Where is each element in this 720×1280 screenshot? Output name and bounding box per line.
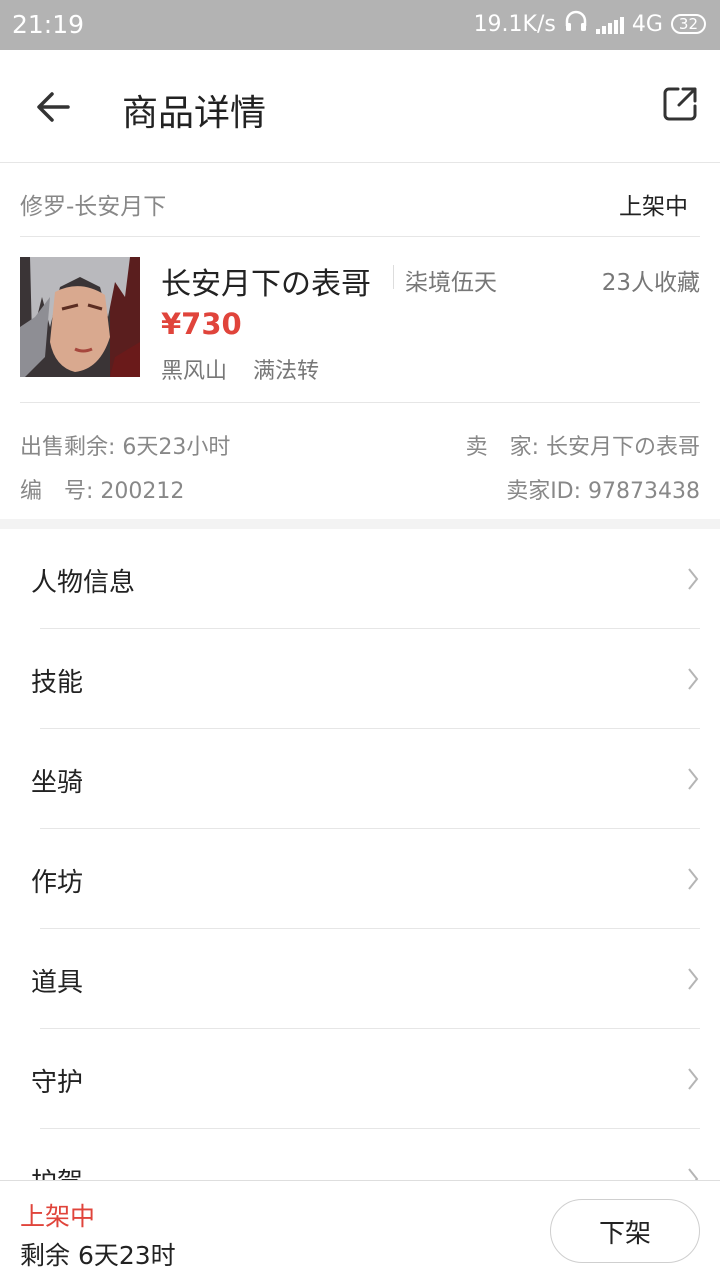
section-divider <box>0 519 720 529</box>
network-speed: 19.1K/s <box>473 11 556 37</box>
product-summary: 长安月下の表哥 柒境伍天 23人收藏 ¥730 黑风山 满法转 <box>20 237 700 403</box>
bottom-bar: 上架中 剩余 6天23时 下架 <box>0 1180 720 1280</box>
menu-item-items[interactable]: 道具 <box>0 929 720 1029</box>
app-header: 商品详情 <box>0 50 720 163</box>
share-button[interactable] <box>662 86 698 122</box>
status-time: 21:19 <box>12 10 85 39</box>
seller-id: 卖家ID: 97873438 <box>506 479 700 504</box>
status-right: 19.1K/s 4G 32 <box>474 10 706 38</box>
footer-status: 上架中 <box>20 1202 96 1231</box>
menu-item-workshop[interactable]: 作坊 <box>0 829 720 929</box>
menu-item-label: 护驾 <box>31 1162 83 1180</box>
chevron-right-icon <box>688 1168 699 1180</box>
tag-item: 黑风山 <box>161 359 228 384</box>
menu-item-label: 守护 <box>31 1068 84 1098</box>
chevron-right-icon <box>688 568 699 590</box>
favorite-count: 23人收藏 <box>601 270 700 296</box>
footer-remaining: 剩余 6天23时 <box>20 1241 176 1270</box>
chevron-right-icon <box>688 968 699 990</box>
menu-item-guardian[interactable]: 守护 <box>0 1029 720 1129</box>
headphones-icon <box>564 10 588 38</box>
battery-icon: 32 <box>670 14 706 34</box>
share-external-icon <box>663 87 697 121</box>
character-avatar <box>20 257 140 377</box>
server-name: 柒境伍天 <box>405 270 497 296</box>
character-name: 长安月下の表哥 <box>161 267 371 302</box>
menu-item-label: 人物信息 <box>31 568 136 598</box>
network-type: 4G <box>631 11 663 37</box>
signal-icon <box>595 14 624 34</box>
product-tags: 黑风山 满法转 <box>161 353 319 385</box>
seller-name: 卖 家: 长安月下の表哥 <box>465 435 700 460</box>
delist-button[interactable]: 下架 <box>550 1199 700 1263</box>
menu-item-skills[interactable]: 技能 <box>0 629 720 729</box>
page-title: 商品详情 <box>122 93 267 134</box>
detail-menu: 人物信息 技能 坐骑 作坊 道具 守护 护驾 <box>0 529 720 1180</box>
menu-item-label: 道具 <box>31 968 84 998</box>
menu-item-label: 作坊 <box>31 868 84 898</box>
chevron-right-icon <box>688 668 699 690</box>
chevron-right-icon <box>688 1068 699 1090</box>
menu-item-character-info[interactable]: 人物信息 <box>0 529 720 629</box>
chevron-right-icon <box>688 868 699 890</box>
arrow-left-icon <box>37 92 70 122</box>
item-code: 编 号: 200212 <box>20 479 185 504</box>
menu-item-label: 坐骑 <box>31 768 84 798</box>
name-divider <box>393 265 394 289</box>
status-bar: 21:19 19.1K/s 4G 32 <box>0 0 720 50</box>
price: ¥730 <box>161 307 242 341</box>
category-row: 修罗-长安月下 上架中 <box>20 163 700 237</box>
back-button[interactable] <box>30 82 80 132</box>
category-name: 修罗-长安月下 <box>20 194 167 220</box>
tag-item: 满法转 <box>253 359 320 384</box>
sale-remaining: 出售剩余: 6天23小时 <box>20 435 231 460</box>
menu-item-escort[interactable]: 护驾 <box>0 1129 720 1180</box>
menu-item-label: 技能 <box>31 668 84 698</box>
menu-item-mounts[interactable]: 坐骑 <box>0 729 720 829</box>
chevron-right-icon <box>688 768 699 790</box>
listing-status: 上架中 <box>619 194 688 220</box>
listing-meta: 出售剩余: 6天23小时 卖 家: 长安月下の表哥 编 号: 200212 卖家… <box>20 403 700 521</box>
